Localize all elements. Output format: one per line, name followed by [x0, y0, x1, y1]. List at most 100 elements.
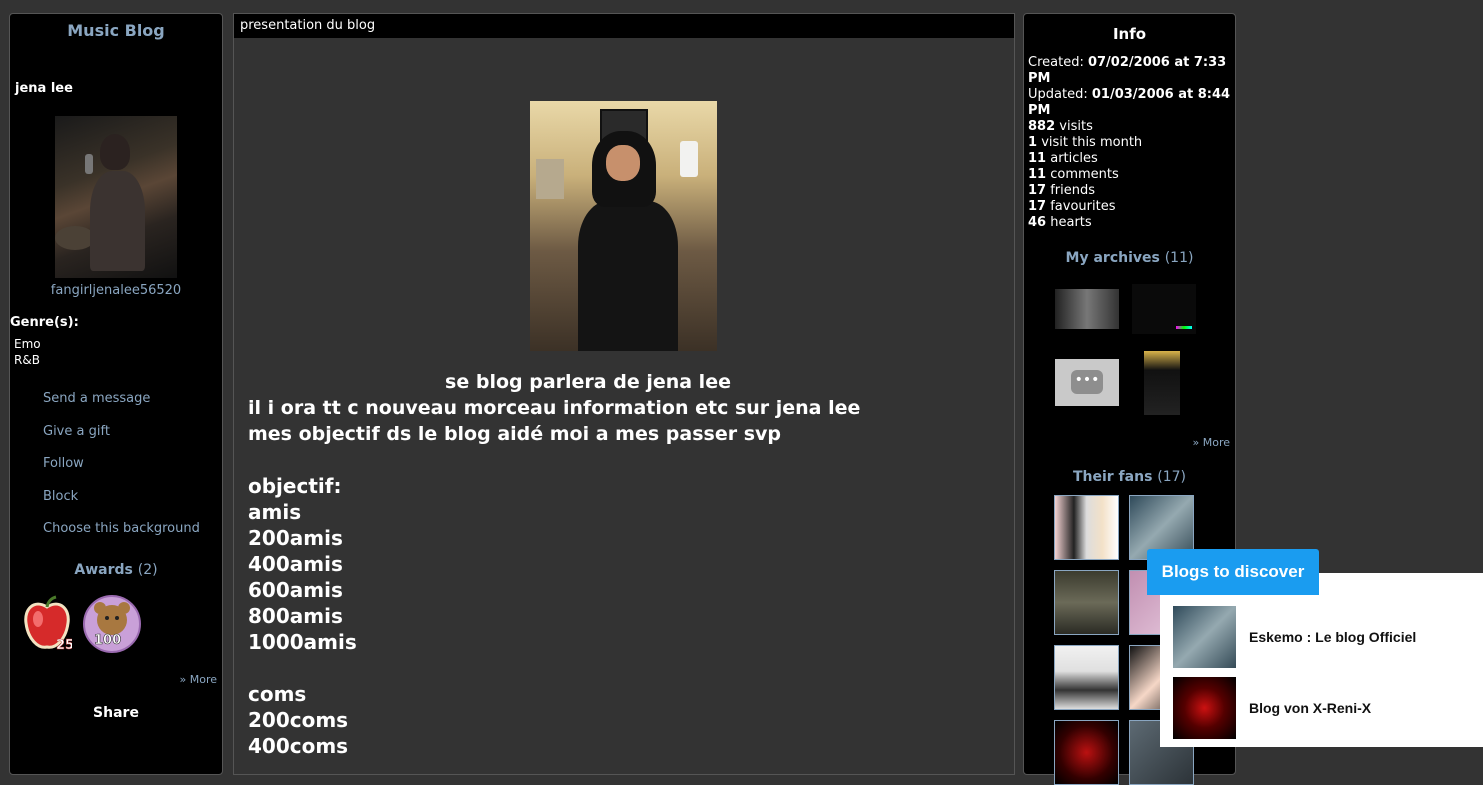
list-item: objectif: — [248, 474, 342, 498]
avatar-head-shape — [100, 134, 130, 170]
owner-name: jena lee — [15, 81, 73, 96]
genre-list: Emo R&B — [14, 336, 41, 368]
archive-thumbnail[interactable]: ••• — [1055, 359, 1119, 406]
discover-tab[interactable]: Blogs to discover — [1147, 549, 1319, 595]
fan-avatar[interactable] — [1054, 495, 1119, 560]
stat-row: 17 favourites — [1028, 199, 1235, 215]
fans-label: Their fans — [1072, 469, 1153, 485]
stat-label: friends — [1050, 183, 1096, 198]
post-line: se blog parlera de jena lee — [445, 371, 731, 393]
post-line: il i ora tt c nouveau morceau informatio… — [248, 397, 861, 419]
discover-item-label[interactable]: Blog von X-Reni-X — [1249, 700, 1371, 716]
stat-number: 882 — [1028, 119, 1056, 134]
genre-label: Genre(s): — [10, 315, 79, 330]
genre-item: R&B — [14, 353, 40, 367]
created-label: Created: — [1028, 55, 1084, 70]
blog-title[interactable]: Music Blog — [10, 21, 222, 40]
bear-award-number: 100 — [94, 633, 121, 648]
give-gift-link[interactable]: Give a gift — [43, 422, 200, 455]
stat-number: 17 — [1028, 199, 1047, 214]
post-header: presentation du blog — [234, 14, 1014, 38]
username-link[interactable]: fangirljenalee56520 — [10, 283, 222, 298]
avatar-body-shape — [90, 171, 145, 271]
list-item: 400coms — [248, 734, 349, 758]
send-message-link[interactable]: Send a message — [43, 389, 200, 422]
follow-link[interactable]: Follow — [43, 454, 200, 487]
list-item: 600amis — [248, 578, 343, 602]
left-sidebar: Music Blog jena lee fangirljenalee56520 … — [9, 13, 223, 775]
share-title: Share — [93, 705, 139, 721]
archives-more-link[interactable]: » More — [1193, 436, 1231, 449]
stat-label: comments — [1050, 167, 1119, 182]
stat-label: visit this month — [1041, 135, 1143, 150]
archives-count: (11) — [1164, 250, 1194, 266]
fan-avatar[interactable] — [1054, 720, 1119, 785]
stat-label: articles — [1050, 151, 1098, 166]
ellipsis-icon: ••• — [1071, 370, 1103, 394]
profile-actions: Send a message Give a gift Follow Block … — [43, 389, 200, 552]
stat-row: 46 hearts — [1028, 215, 1235, 231]
created-row: Created: 07/02/2006 at 7:33 PM — [1028, 55, 1235, 87]
list-item: 800amis — [248, 604, 343, 628]
photo-face-shape — [606, 145, 640, 181]
stat-number: 11 — [1028, 167, 1047, 182]
stat-label: favourites — [1050, 199, 1116, 214]
fan-avatar[interactable] — [1054, 645, 1119, 710]
archive-thumbnail[interactable] — [1144, 351, 1180, 415]
archive-thumbnail[interactable] — [1132, 284, 1196, 334]
discover-thumbnail[interactable] — [1173, 606, 1236, 668]
info-title: Info — [1112, 25, 1147, 43]
post-body: se blog parlera de jena lee il i ora tt … — [248, 369, 928, 759]
stat-number: 17 — [1028, 183, 1047, 198]
photo-body-shape — [578, 201, 678, 351]
info-list: Created: 07/02/2006 at 7:33 PM Updated: … — [1028, 55, 1235, 231]
discover-thumbnail[interactable] — [1173, 677, 1236, 739]
fans-title[interactable]: Their fans (17) — [1024, 469, 1235, 485]
discover-item[interactable]: Eskemo : Le blog Officiel — [1173, 606, 1473, 668]
list-item: amis — [248, 500, 302, 524]
profile-avatar[interactable] — [55, 116, 177, 278]
apple-award-icon[interactable]: 25 — [22, 595, 72, 653]
list-item: coms — [248, 682, 307, 706]
stat-row: 1 visit this month — [1028, 135, 1235, 151]
stat-number: 1 — [1028, 135, 1038, 150]
list-item: 400amis — [248, 552, 343, 576]
microphone-icon — [85, 154, 93, 174]
stat-row: 11 comments — [1028, 167, 1235, 183]
stat-label: visits — [1059, 119, 1093, 134]
archives-title[interactable]: My archives (11) — [1024, 250, 1235, 266]
list-item: 200amis — [248, 526, 343, 550]
awards-more-link[interactable]: » More — [180, 673, 218, 686]
phone-icon — [680, 141, 698, 177]
fans-count: (17) — [1157, 469, 1187, 485]
fan-avatar[interactable] — [1054, 570, 1119, 635]
stat-row: 17 friends — [1028, 183, 1235, 199]
list-item: 1000amis — [248, 630, 357, 654]
discover-item[interactable]: Blog von X-Reni-X — [1173, 677, 1473, 739]
photo-window-shape — [536, 159, 564, 199]
stat-number: 46 — [1028, 215, 1047, 230]
updated-label: Updated: — [1028, 87, 1088, 102]
discover-item-label[interactable]: Eskemo : Le blog Officiel — [1249, 629, 1416, 645]
archive-thumbnail[interactable] — [1055, 289, 1119, 329]
apple-award-number: 25 — [56, 638, 72, 653]
bear-award-icon[interactable]: 100 — [80, 594, 144, 654]
main-content: presentation du blog se blog parlera de … — [233, 13, 1015, 775]
awards-count: (2) — [137, 562, 158, 578]
list-item: 200coms — [248, 708, 349, 732]
block-link[interactable]: Block — [43, 487, 200, 520]
stat-row: 11 articles — [1028, 151, 1235, 167]
stat-row: 882 visits — [1028, 119, 1235, 135]
stat-label: hearts — [1050, 215, 1092, 230]
avatar-drum-shape — [55, 226, 95, 250]
awards-title[interactable]: Awards (2) — [10, 562, 222, 578]
post-photo[interactable] — [530, 101, 717, 351]
objectives-list: objectif: amis 200amis 400amis 600amis 8… — [248, 473, 928, 759]
updated-row: Updated: 01/03/2006 at 8:44 PM — [1028, 87, 1235, 119]
genre-item: Emo — [14, 337, 41, 351]
choose-background-link[interactable]: Choose this background — [43, 519, 200, 552]
post-intro: se blog parlera de jena lee il i ora tt … — [248, 369, 928, 447]
archives-label: My archives — [1065, 250, 1160, 266]
post-line: mes objectif ds le blog aidé moi a mes p… — [248, 423, 781, 445]
stat-number: 11 — [1028, 151, 1047, 166]
